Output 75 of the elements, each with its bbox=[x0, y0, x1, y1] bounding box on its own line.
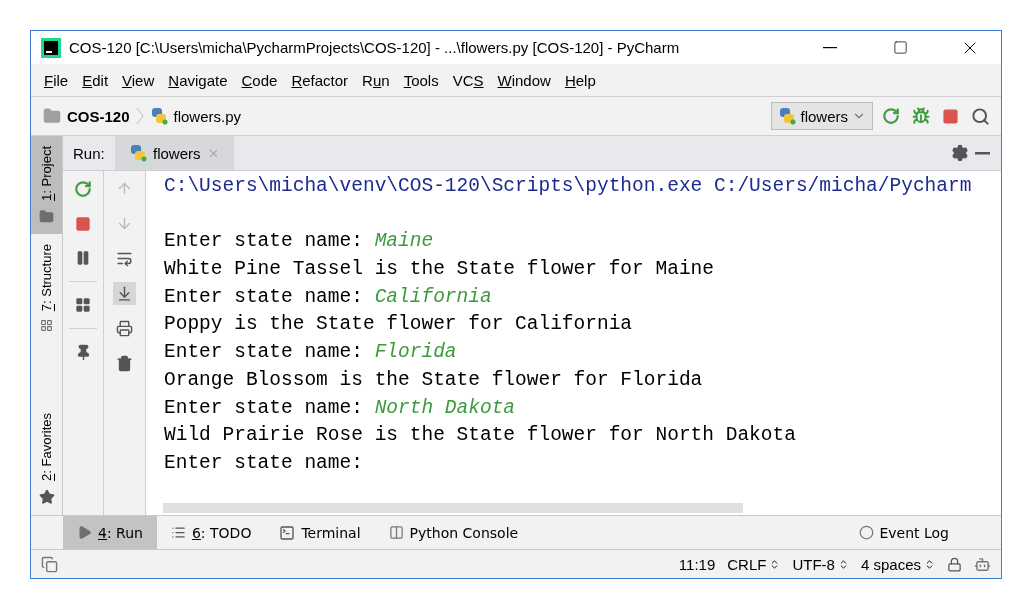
folder-icon bbox=[43, 107, 61, 125]
console-input-text: California bbox=[374, 285, 492, 308]
console-line: White Pine Tassel is the State flower for Maine bbox=[164, 258, 714, 281]
stop-icon bbox=[75, 216, 91, 232]
balloon-icon bbox=[859, 525, 875, 540]
arrow-up-icon bbox=[116, 180, 133, 197]
folder-icon bbox=[39, 208, 54, 224]
arrow-down-icon bbox=[116, 215, 133, 232]
window-title: COS-120 [C:\Users\micha\PycharmProjects\COS-120] - ...\flowers.py [COS-120] - PyCharm bbox=[69, 39, 681, 56]
python-file-icon bbox=[149, 107, 168, 125]
console-prompt: Enter state name: bbox=[164, 285, 364, 308]
scroll-to-end-icon bbox=[116, 285, 133, 302]
console-input-text: North Dakota bbox=[374, 396, 516, 419]
menu-item[interactable]: Code bbox=[234, 71, 285, 89]
encoding-selector[interactable]: UTF-8 bbox=[792, 555, 849, 573]
menu-item[interactable]: File bbox=[37, 71, 76, 89]
minus-icon bbox=[975, 151, 990, 155]
console-prompt: Enter state name: bbox=[164, 396, 364, 419]
console-prompt: Enter state name: bbox=[164, 341, 364, 364]
console-line: Orange Blossom is the State flower for Florida bbox=[164, 368, 703, 391]
run-tab[interactable]: flowers bbox=[115, 136, 234, 170]
settings-icon bbox=[951, 144, 969, 162]
menu-item[interactable]: VCS bbox=[445, 71, 491, 89]
console-line: Poppy is the State flower for California bbox=[164, 313, 633, 336]
list-icon bbox=[170, 525, 186, 540]
pycharm-logo-icon bbox=[41, 37, 61, 58]
horizontal-scrollbar[interactable] bbox=[163, 503, 743, 513]
star-icon bbox=[38, 489, 55, 505]
terminal-icon bbox=[279, 524, 296, 541]
printer-icon bbox=[116, 320, 133, 337]
rerun-icon bbox=[882, 107, 900, 125]
chevron-icon bbox=[135, 106, 144, 126]
tool-window-tab[interactable]: 4: Run bbox=[63, 516, 157, 549]
tool-window-tab[interactable]: 7: Structure bbox=[31, 233, 62, 384]
updown-icon bbox=[924, 558, 935, 570]
menu-item[interactable]: View bbox=[115, 71, 162, 89]
stop-icon bbox=[942, 107, 959, 125]
menu-item[interactable]: Run bbox=[355, 71, 397, 89]
menu-item[interactable]: Tools bbox=[396, 71, 446, 89]
event-log-button[interactable]: Event Log bbox=[853, 523, 955, 542]
scroll-to-end-button[interactable] bbox=[113, 282, 136, 305]
line-separator-selector[interactable]: CRLF bbox=[727, 555, 781, 573]
maximize-icon bbox=[892, 40, 908, 55]
menu-item[interactable]: Edit bbox=[75, 71, 116, 89]
trash-icon bbox=[116, 355, 133, 372]
tool-window-tab[interactable]: Python Console bbox=[374, 516, 533, 549]
pause-icon bbox=[75, 250, 91, 266]
breadcrumb-item[interactable]: flowers.py bbox=[173, 107, 242, 125]
console-input-text: Maine bbox=[374, 230, 434, 253]
menu-item[interactable]: Window bbox=[490, 71, 558, 89]
search-icon bbox=[971, 106, 990, 126]
menu-item[interactable]: Help bbox=[557, 71, 603, 89]
tool-window-tab[interactable]: Terminal bbox=[265, 516, 375, 549]
console-prompt: Enter state name: bbox=[164, 451, 364, 474]
rerun-icon bbox=[74, 180, 92, 198]
layout-icon bbox=[75, 297, 91, 313]
tool-window-tab[interactable]: 1: Project bbox=[31, 136, 62, 234]
run-configuration-dropdown[interactable]: flowers bbox=[771, 102, 873, 130]
console-input-text: Florida bbox=[374, 341, 457, 364]
console-line: Wild Prairie Rose is the State flower for North Dakota bbox=[164, 424, 796, 447]
menu-item[interactable]: Navigate bbox=[161, 71, 235, 89]
tool-window-tab[interactable]: 2: Favorites bbox=[31, 383, 62, 515]
console-line: C:\Users\micha\venv\COS-120\Scripts\python.exe C:/Users/micha/Pycharm bbox=[164, 175, 972, 197]
wrap-icon bbox=[116, 250, 133, 267]
run-label: Run: bbox=[72, 144, 106, 162]
tool-window-tab[interactable]: 6: TODO bbox=[156, 516, 266, 549]
bug-icon bbox=[912, 107, 930, 125]
minimize-icon bbox=[823, 46, 837, 49]
console-prompt: Enter state name: bbox=[164, 230, 364, 253]
caret-position[interactable]: 11:19 bbox=[678, 555, 716, 573]
indent-selector[interactable]: 4 spaces bbox=[860, 555, 935, 573]
lock-icon[interactable] bbox=[947, 556, 962, 572]
play-icon bbox=[77, 525, 92, 540]
breadcrumb-item[interactable]: COS-120 bbox=[67, 107, 130, 125]
menu-item[interactable]: Refactor bbox=[284, 71, 356, 89]
